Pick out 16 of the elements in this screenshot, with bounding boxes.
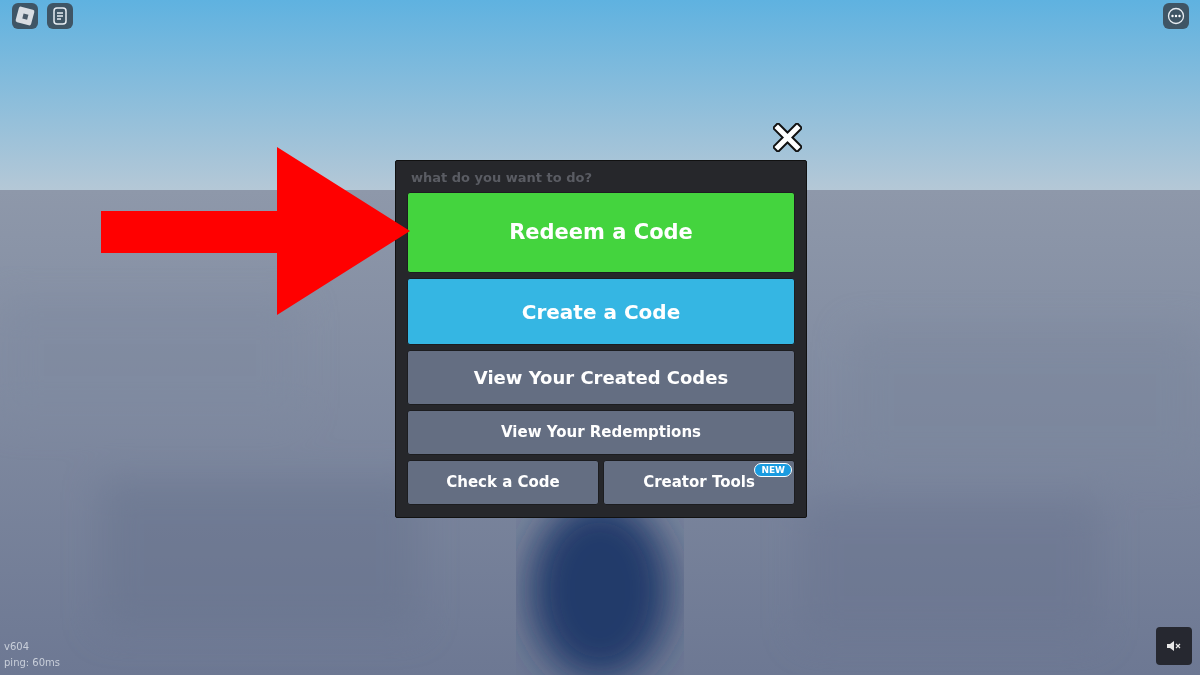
- dialog-prompt: what do you want to do?: [410, 169, 593, 187]
- chat-button[interactable]: [47, 3, 73, 29]
- muted-speaker-icon: [1167, 641, 1181, 651]
- mute-button[interactable]: [1156, 627, 1192, 665]
- new-badge: NEW: [754, 463, 792, 477]
- close-icon[interactable]: [773, 123, 802, 152]
- version-label: v604: [4, 640, 30, 654]
- ping-label: ping: 60ms: [4, 656, 61, 670]
- more-icon: [1167, 7, 1185, 25]
- logo-icon: [15, 6, 35, 26]
- menu-button[interactable]: Check a Code: [407, 460, 599, 505]
- document-icon: [53, 7, 67, 25]
- menu-button[interactable]: Creator Tools NEW: [603, 460, 795, 505]
- menu-button[interactable]: View Your Created Codes: [407, 350, 795, 405]
- more-button[interactable]: [1163, 3, 1189, 29]
- menu-button[interactable]: View Your Redemptions: [407, 410, 795, 455]
